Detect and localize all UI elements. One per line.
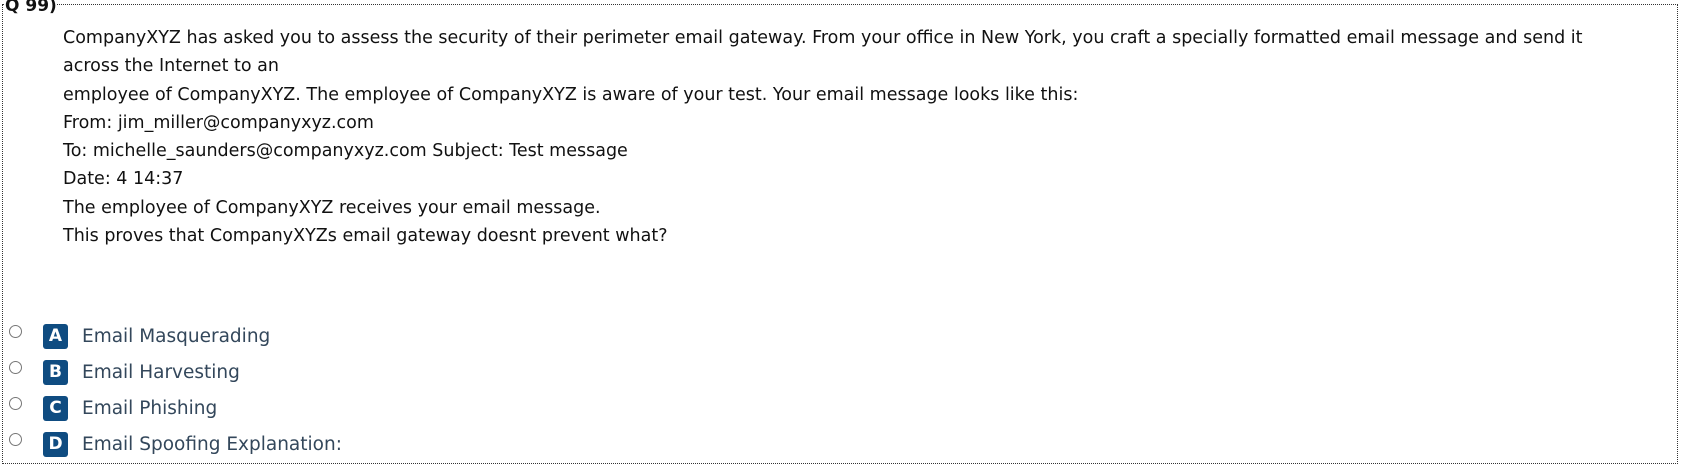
option-label: Email Masquerading <box>82 326 271 347</box>
option-label: Email Phishing <box>82 398 218 419</box>
option-d[interactable]: D Email Spoofing Explanation: <box>0 430 400 464</box>
option-letter-badge: B <box>43 360 68 385</box>
option-a[interactable]: A Email Masquerading <box>0 322 400 352</box>
question-line: The employee of CompanyXYZ receives your… <box>63 197 601 218</box>
question-line: Date: 4 14:37 <box>63 169 184 190</box>
option-b[interactable]: B Email Harvesting <box>0 358 400 388</box>
question-line: To: michelle_saunders@companyxyz.com Sub… <box>63 141 628 162</box>
option-label: Email Spoofing Explanation: <box>82 434 342 455</box>
option-letter-badge: C <box>43 396 68 421</box>
option-letter-badge: A <box>43 324 68 349</box>
option-letter-badge: D <box>43 432 68 457</box>
question-line: From: jim_miller@companyxyz.com <box>63 112 374 133</box>
option-c[interactable]: C Email Phishing <box>0 394 400 424</box>
radio-button[interactable] <box>9 433 22 446</box>
question-line: CompanyXYZ has asked you to assess the s… <box>63 28 1583 48</box>
question-number: Q 99) <box>5 0 57 16</box>
question-line: across the Internet to an <box>63 56 279 77</box>
question-line: employee of CompanyXYZ. The employee of … <box>63 84 1079 105</box>
radio-button[interactable] <box>9 397 22 410</box>
question-line: This proves that CompanyXYZs email gatew… <box>63 226 668 247</box>
option-label: Email Harvesting <box>82 362 240 383</box>
question-text: CompanyXYZ has asked you to assess the s… <box>63 24 1663 250</box>
radio-button[interactable] <box>9 325 22 338</box>
radio-button[interactable] <box>9 361 22 374</box>
